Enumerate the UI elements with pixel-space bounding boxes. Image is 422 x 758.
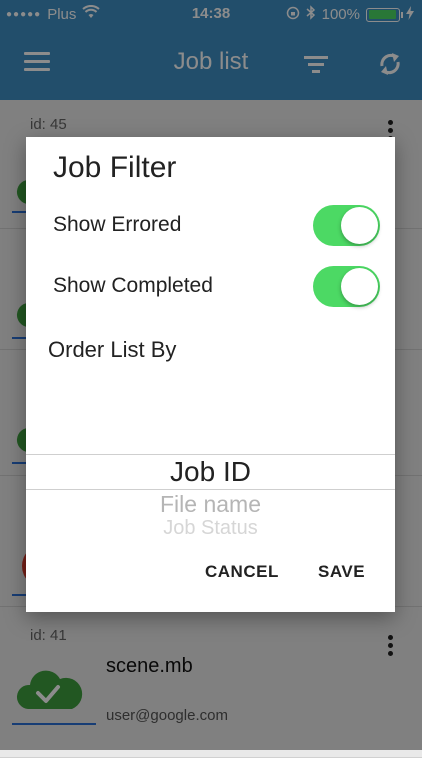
dialog-title: Job Filter [53, 151, 177, 184]
picker-option[interactable]: File name [26, 491, 395, 518]
show-completed-label: Show Completed [53, 274, 213, 297]
show-errored-toggle[interactable] [313, 205, 380, 246]
order-picker[interactable]: Job ID File name Job Status [26, 453, 395, 541]
order-list-label: Order List By [48, 337, 177, 362]
picker-option-selected[interactable]: Job ID [26, 456, 395, 488]
show-errored-label: Show Errored [53, 213, 182, 236]
save-button[interactable]: SAVE [318, 562, 365, 582]
job-filter-dialog: Job Filter Show Errored Show Completed O… [26, 137, 395, 612]
cancel-button[interactable]: CANCEL [205, 562, 279, 582]
picker-option[interactable]: Job Status [26, 517, 395, 540]
show-completed-toggle[interactable] [313, 266, 380, 307]
